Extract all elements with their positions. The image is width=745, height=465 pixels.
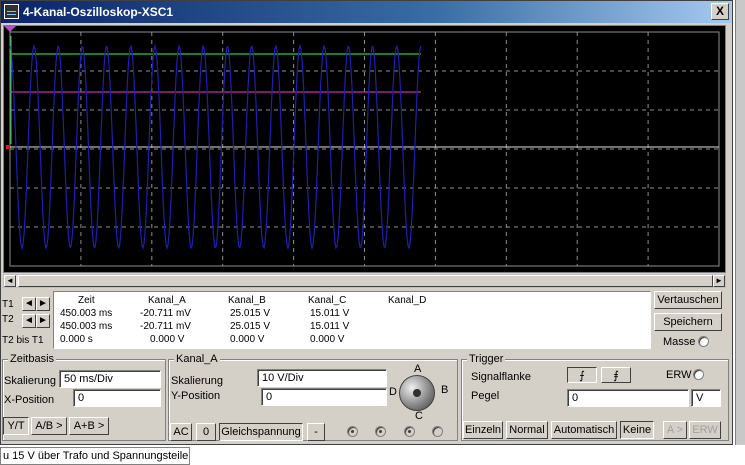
channel-offset-marker	[6, 145, 9, 149]
scroll-left-arrow-icon[interactable]: ◄	[4, 275, 16, 287]
trigger-ext-radio[interactable]	[693, 369, 704, 380]
delta-kanal-a: 0.000 V	[150, 334, 185, 345]
channel-ypos-label: Y-Position	[171, 390, 221, 402]
t2-kanal-b: 25.015 V	[230, 321, 271, 332]
timebase-scale-label: Skalierung	[4, 375, 56, 387]
channel-a-radio[interactable]	[347, 426, 358, 437]
oscilloscope-display	[3, 25, 726, 273]
timebase-title: Zeitbasis	[8, 353, 57, 365]
background-window-tab[interactable]: u 15 V über Trafo und Spannungsteiler	[0, 447, 190, 465]
horizontal-scrollbar[interactable]: ◄ ►	[3, 274, 726, 288]
t2-kanal-a: -20.711 mV	[140, 321, 191, 332]
header-kanal-c: Kanal_C	[308, 295, 347, 306]
title-bar[interactable]: 4-Kanal-Oszilloskop-XSC1 X	[1, 1, 732, 23]
trigger-level-label: Pegel	[471, 390, 500, 402]
trigger-source-ext-button[interactable]: ERW	[689, 421, 721, 439]
window-title: 4-Kanal-Oszilloskop-XSC1	[23, 5, 174, 19]
t1-kanal-a: -20.711 mV	[140, 308, 191, 319]
t2-right-arrow-icon[interactable]: ►	[36, 314, 50, 328]
t1-left-arrow-icon[interactable]: ◄	[22, 297, 36, 311]
cursor-t2-label: T2	[2, 314, 14, 325]
trigger-edge-label: Signalflanke	[471, 371, 531, 383]
trigger-ext-label: ERW	[666, 369, 692, 381]
channel-ypos-field[interactable]: 0	[261, 388, 387, 406]
channel-b-radio[interactable]	[375, 426, 386, 437]
oscilloscope-icon	[4, 4, 19, 19]
trigger-position-marker	[4, 26, 16, 32]
header-zeit: Zeit	[78, 295, 95, 306]
background-scrollbar	[735, 0, 745, 445]
trigger-none-button[interactable]: Keine	[620, 421, 654, 439]
delta-kanal-b: 0.000 V	[230, 334, 265, 345]
header-kanal-b: Kanal_B	[228, 295, 266, 306]
trigger-auto-button[interactable]: Automatisch	[551, 421, 617, 439]
trigger-source-a-button[interactable]: A >	[663, 421, 687, 439]
scroll-right-arrow-icon[interactable]: ►	[713, 275, 725, 287]
channel-scale-label: Skalierung	[171, 375, 223, 387]
cursor-delta-label: T2 bis T1	[2, 335, 44, 346]
trigger-single-button[interactable]: Einzeln	[463, 421, 503, 439]
invert-button[interactable]: -	[307, 423, 325, 441]
channel-d-radio[interactable]	[432, 426, 443, 437]
trigger-title: Trigger	[467, 353, 506, 365]
knob-label-a: A	[414, 363, 422, 375]
channel-scale-field[interactable]: 10 V/Div	[257, 369, 387, 387]
oscilloscope-window: 4-Kanal-Oszilloskop-XSC1 X ◄ ► T1 T2 T2 …	[0, 0, 733, 445]
mode-ab-button[interactable]: A/B >	[31, 417, 67, 435]
trigger-normal-button[interactable]: Normal	[506, 421, 548, 439]
mode-aplusb-button[interactable]: A+B >	[69, 417, 109, 435]
channel-selector-knob-icon[interactable]	[399, 375, 435, 411]
channel-c-radio[interactable]	[404, 426, 415, 437]
t1-kanal-b: 25.015 V	[230, 308, 271, 319]
t1-zeit: 450.003 ms	[60, 308, 113, 319]
trigger-level-field[interactable]: 0	[567, 389, 689, 407]
coupling-ac-button[interactable]: AC	[170, 423, 192, 441]
t1-right-arrow-icon[interactable]: ►	[36, 297, 50, 311]
timebase-xpos-label: X-Position	[4, 394, 55, 406]
t2-kanal-c: 15.011 V	[310, 321, 350, 332]
t1-kanal-c: 15.011 V	[310, 308, 350, 319]
ground-label: Masse	[663, 336, 696, 348]
header-kanal-a: Kanal_A	[148, 295, 186, 306]
knob-label-d: D	[389, 386, 397, 398]
close-button[interactable]: X	[711, 3, 729, 20]
coupling-zero-button[interactable]: 0	[196, 423, 216, 441]
rising-edge-icon[interactable]: ⨍	[567, 367, 597, 383]
knob-label-c: C	[415, 410, 423, 422]
timebase-xpos-field[interactable]: 0	[73, 389, 161, 407]
trigger-level-unit[interactable]: V	[691, 389, 721, 407]
coupling-dc-button[interactable]: Gleichspannung	[219, 423, 303, 441]
swap-button[interactable]: Vertauschen	[654, 291, 722, 309]
timebase-scale-field[interactable]: 50 ms/Div	[59, 370, 161, 388]
t2-left-arrow-icon[interactable]: ◄	[22, 314, 36, 328]
ground-radio[interactable]	[698, 336, 709, 347]
scope-grid	[4, 26, 720, 267]
delta-kanal-c: 0.000 V	[310, 334, 345, 345]
delta-zeit: 0.000 s	[60, 334, 93, 345]
t2-zeit: 450.003 ms	[60, 321, 113, 332]
channel-title: Kanal_A	[174, 353, 220, 365]
measurement-readout: Zeit Kanal_A Kanal_B Kanal_C Kanal_D 450…	[53, 291, 651, 349]
save-button[interactable]: Speichern	[654, 313, 722, 331]
mode-yt-button[interactable]: Y/T	[3, 417, 29, 435]
header-kanal-d: Kanal_D	[388, 295, 427, 306]
scroll-thumb[interactable]	[18, 275, 713, 287]
cursor-t1-label: T1	[2, 299, 14, 310]
knob-label-b: B	[441, 384, 449, 396]
falling-edge-icon[interactable]: ⨎	[601, 367, 631, 383]
